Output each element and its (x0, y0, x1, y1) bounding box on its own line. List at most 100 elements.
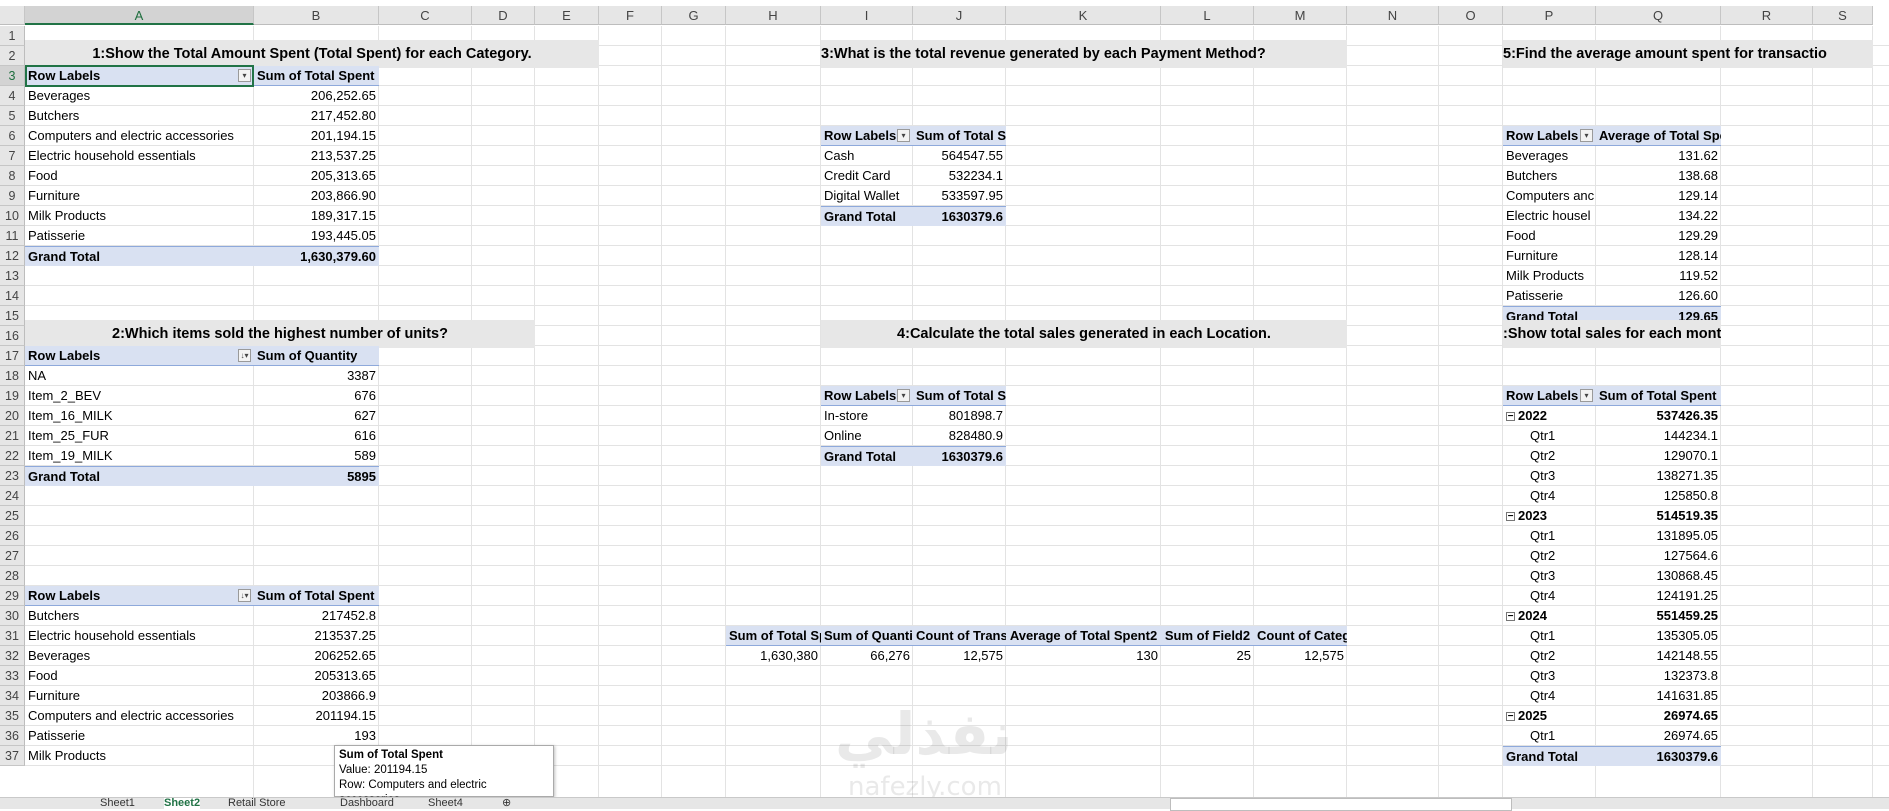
column-header-R[interactable]: R (1721, 6, 1813, 25)
pivot3-row-value[interactable]: 193 (254, 726, 379, 746)
pivot5-row-label[interactable]: In-store (821, 406, 913, 426)
summary-value[interactable]: 66,276 (821, 646, 913, 666)
pivot2-row-label[interactable]: Item_2_BEV (25, 386, 254, 406)
pivot6-row-value[interactable]: 131.62 (1596, 146, 1721, 166)
pivot4-row-label[interactable]: Credit Card (821, 166, 913, 186)
pivot7-year-value[interactable]: 551459.25 (1596, 606, 1721, 626)
pivot6-row-label[interactable]: Butchers (1503, 166, 1596, 186)
row-header-18[interactable]: 18 (0, 366, 25, 386)
pivot2-row-value[interactable]: 589 (254, 446, 379, 466)
column-header-D[interactable]: D (472, 6, 535, 25)
pivot7-quarter-value[interactable]: 142148.55 (1596, 646, 1721, 666)
pivot3-row-label[interactable]: Beverages (25, 646, 254, 666)
pivot3-row-label[interactable]: Butchers (25, 606, 254, 626)
row-header-36[interactable]: 36 (0, 726, 25, 746)
row-header-5[interactable]: 5 (0, 106, 25, 126)
row-header-33[interactable]: 33 (0, 666, 25, 686)
summary-header[interactable]: Count of Transactio (913, 626, 1006, 646)
pivot7-quarter-label[interactable]: Qtr4 (1503, 586, 1596, 606)
pivot7-year-row[interactable]: −2023 (1503, 506, 1596, 526)
row-header-21[interactable]: 21 (0, 426, 25, 446)
column-header-I[interactable]: I (821, 6, 913, 25)
pivot1-grand-total-value[interactable]: 1,630,379.60 (254, 246, 379, 266)
summary-header[interactable]: Average of Total Spent2 (1006, 626, 1161, 646)
pivot2-row-value[interactable]: 676 (254, 386, 379, 406)
column-header-C[interactable]: C (379, 6, 472, 25)
pivot7-year-value[interactable]: 537426.35 (1596, 406, 1721, 426)
pivot4-grand-total-label[interactable]: Grand Total (821, 206, 913, 226)
pivot7-quarter-label[interactable]: Qtr4 (1503, 686, 1596, 706)
pivot1-row-value[interactable]: 217,452.80 (254, 106, 379, 126)
row-header-28[interactable]: 28 (0, 566, 25, 586)
row-header-35[interactable]: 35 (0, 706, 25, 726)
row-header-2[interactable]: 2 (0, 46, 25, 66)
pivot7-quarter-label[interactable]: Qtr1 (1503, 426, 1596, 446)
pivot6-value-header[interactable]: Average of Total Spent (1596, 126, 1721, 146)
pivot7-quarter-value[interactable]: 127564.6 (1596, 546, 1721, 566)
pivot7-year-row[interactable]: −2025 (1503, 706, 1596, 726)
filter-dropdown-icon[interactable]: ▾ (897, 389, 910, 402)
row-header-4[interactable]: 4 (0, 86, 25, 106)
pivot7-quarter-label[interactable]: Qtr2 (1503, 546, 1596, 566)
pivot3-row-value[interactable]: 205313.65 (254, 666, 379, 686)
pivot1-row-label[interactable]: Food (25, 166, 254, 186)
pivot1-row-value[interactable]: 189,317.15 (254, 206, 379, 226)
summary-header[interactable]: Count of Category (1254, 626, 1347, 646)
row-header-10[interactable]: 10 (0, 206, 25, 226)
row-header-37[interactable]: 37 (0, 746, 25, 766)
pivot2-row-value[interactable]: 3387 (254, 366, 379, 386)
pivot1-row-label[interactable]: Butchers (25, 106, 254, 126)
row-header-25[interactable]: 25 (0, 506, 25, 526)
summary-header[interactable]: Sum of Total Spent (726, 626, 821, 646)
filter-dropdown-icon[interactable]: ▾ (238, 69, 251, 82)
pivot1-row-label[interactable]: Patisserie (25, 226, 254, 246)
pivot5-grand-total-label[interactable]: Grand Total (821, 446, 913, 466)
pivot7-quarter-label[interactable]: Qtr4 (1503, 486, 1596, 506)
pivot4-row-value[interactable]: 532234.1 (913, 166, 1006, 186)
sheet-tab-sheet1[interactable]: Sheet1 (100, 798, 135, 809)
row-header-32[interactable]: 32 (0, 646, 25, 666)
sheet-tab-dashboard[interactable]: Dashboard (340, 798, 394, 809)
row-header-20[interactable]: 20 (0, 406, 25, 426)
pivot7-quarter-label[interactable]: Qtr1 (1503, 726, 1596, 746)
pivot6-row-label[interactable]: Beverages (1503, 146, 1596, 166)
pivot7-quarter-value[interactable]: 125850.8 (1596, 486, 1721, 506)
pivot6-row-value[interactable]: 129.14 (1596, 186, 1721, 206)
pivot7-quarter-label[interactable]: Qtr2 (1503, 646, 1596, 666)
add-sheet-icon[interactable]: ⊕ (502, 798, 511, 809)
pivot3-row-value[interactable]: 201194.15 (254, 706, 379, 726)
column-header-G[interactable]: G (662, 6, 726, 25)
pivot2-row-labels-header[interactable]: Row Labels (25, 346, 254, 366)
pivot7-quarter-label[interactable]: Qtr1 (1503, 626, 1596, 646)
column-header-B[interactable]: B (254, 6, 379, 25)
pivot2-grand-total-value[interactable]: 5895 (254, 466, 379, 486)
filter-dropdown-icon[interactable]: ▾ (1580, 389, 1593, 402)
column-header-L[interactable]: L (1161, 6, 1254, 25)
pivot1-row-value[interactable]: 203,866.90 (254, 186, 379, 206)
pivot7-quarter-value[interactable]: 131895.05 (1596, 526, 1721, 546)
column-header-A[interactable]: A (25, 6, 254, 25)
column-header-F[interactable]: F (599, 6, 662, 25)
row-header-9[interactable]: 9 (0, 186, 25, 206)
pivot7-quarter-value[interactable]: 26974.65 (1596, 726, 1721, 746)
pivot7-quarter-value[interactable]: 132373.8 (1596, 666, 1721, 686)
pivot7-quarter-value[interactable]: 141631.85 (1596, 686, 1721, 706)
column-header-O[interactable]: O (1439, 6, 1503, 25)
pivot7-quarter-value[interactable]: 129070.1 (1596, 446, 1721, 466)
pivot2-row-value[interactable]: 627 (254, 406, 379, 426)
sort-filter-icon[interactable]: ↓▾ (238, 349, 251, 362)
pivot7-quarter-label[interactable]: Qtr1 (1503, 526, 1596, 546)
column-header-K[interactable]: K (1006, 6, 1161, 25)
collapse-icon[interactable]: − (1506, 712, 1515, 722)
pivot6-row-value[interactable]: 134.22 (1596, 206, 1721, 226)
pivot1-row-value[interactable]: 206,252.65 (254, 86, 379, 106)
summary-header[interactable]: Sum of Field2 (1161, 626, 1254, 646)
row-header-31[interactable]: 31 (0, 626, 25, 646)
pivot2-row-label[interactable]: Item_16_MILK (25, 406, 254, 426)
pivot5-row-value[interactable]: 828480.9 (913, 426, 1006, 446)
pivot7-year-row[interactable]: −2024 (1503, 606, 1596, 626)
column-header-S[interactable]: S (1813, 6, 1873, 25)
pivot7-year-row[interactable]: −2022 (1503, 406, 1596, 426)
summary-value[interactable]: 25 (1161, 646, 1254, 666)
pivot7-quarter-label[interactable]: Qtr3 (1503, 666, 1596, 686)
